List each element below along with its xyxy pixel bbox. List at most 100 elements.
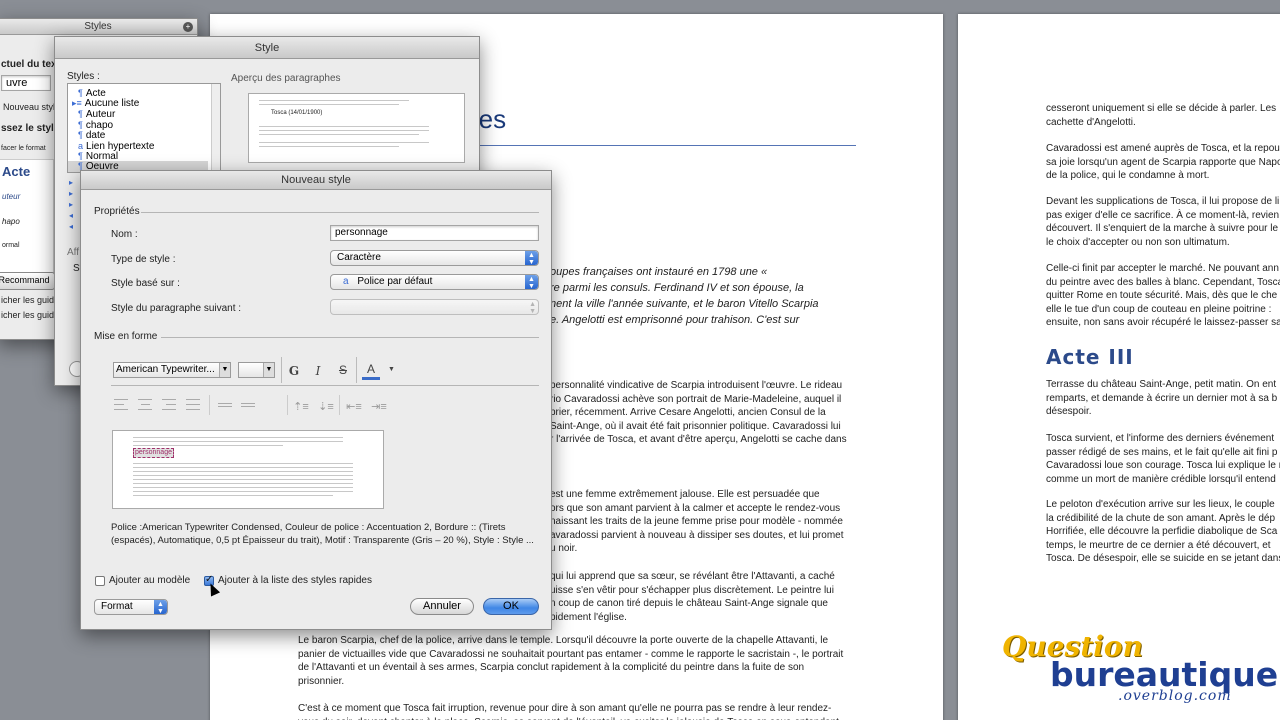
toolbar-divider bbox=[356, 357, 357, 383]
style-sample-acte[interactable]: Acte bbox=[2, 164, 30, 179]
intro-line-2: re parmi les consuls. Ferdinand IV et so… bbox=[550, 282, 804, 294]
style-type-arrows-icon: ▲ ▼ bbox=[525, 251, 538, 265]
style-preview-box: personnage bbox=[112, 430, 384, 509]
show-guides-1[interactable]: icher les guid bbox=[1, 295, 54, 305]
new-style-link[interactable]: Nouveau style bbox=[3, 102, 60, 112]
italic-button[interactable]: I bbox=[309, 363, 327, 379]
right-paragraph-3: Devant les supplications de Tosca, il lu… bbox=[1046, 196, 1280, 248]
cancel-button[interactable]: Annuler bbox=[410, 598, 474, 615]
preview-line bbox=[259, 130, 429, 131]
choose-style-label: ssez le style bbox=[1, 123, 60, 134]
style-dialog-title: Style bbox=[254, 42, 280, 54]
add-to-template-checkbox[interactable] bbox=[95, 576, 105, 586]
paragraph-preview-label: Aperçu des paragraphes bbox=[231, 73, 341, 84]
styles-palette-title: Styles bbox=[84, 21, 112, 32]
preview-line bbox=[133, 479, 353, 480]
new-style-title: Nouveau style bbox=[281, 174, 351, 186]
preview-line bbox=[133, 441, 343, 442]
align-left-icon bbox=[114, 399, 128, 410]
line-spacing-double-icon bbox=[241, 403, 255, 407]
recommend-button[interactable]: Recommand bbox=[0, 272, 55, 290]
style-sample-normal[interactable]: ormal bbox=[2, 242, 20, 249]
preview-line bbox=[133, 483, 353, 484]
styles-list-scrollbar[interactable] bbox=[211, 84, 220, 172]
ok-button[interactable]: OK bbox=[483, 598, 539, 615]
show-guides-2[interactable]: icher les guid bbox=[1, 310, 54, 320]
paragraph-3: qui lui apprend que sa sœur, se révélant… bbox=[550, 571, 835, 623]
line-spacing-single-icon bbox=[218, 403, 232, 407]
font-color-menu-icon[interactable]: ▼ bbox=[388, 366, 395, 373]
preview-heading: Tosca (14/01/1900) bbox=[271, 110, 323, 116]
right-paragraph-6: Tosca survient, et l'informe des dernier… bbox=[1046, 433, 1280, 485]
styles-palette-titlebar: Styles bbox=[0, 19, 197, 35]
style-type-select[interactable]: Caractère ▲ ▼ bbox=[330, 250, 539, 266]
font-size-arrow-icon: ▼ bbox=[263, 363, 274, 377]
paragraph-5: C'est à ce moment que Tosca fait irrupti… bbox=[298, 703, 839, 720]
properties-separator bbox=[141, 212, 539, 213]
preview-line bbox=[259, 134, 419, 135]
justify-icon bbox=[186, 399, 200, 410]
intro-line-1: oupes françaises ont instauré en 1798 un… bbox=[550, 266, 768, 278]
intro-line-3: nent la ville l'année suivante, et le ba… bbox=[550, 298, 819, 310]
increase-indent-icon: ⇥≡ bbox=[371, 401, 387, 413]
style-sample-list: Acte uteur hapo ormal bbox=[0, 159, 54, 274]
style-dialog-aff-label: Aff bbox=[67, 247, 80, 258]
preview-line bbox=[259, 104, 399, 105]
decrease-indent-icon: ⇤≡ bbox=[346, 401, 362, 413]
based-on-select[interactable]: a Police par défaut ▲ ▼ bbox=[330, 274, 539, 290]
preview-line bbox=[259, 100, 409, 101]
based-on-label: Style basé sur : bbox=[111, 278, 180, 289]
format-menu-label: Format bbox=[101, 601, 133, 612]
toolbar-separator bbox=[111, 385, 539, 386]
based-on-value: Police par défaut bbox=[357, 276, 433, 287]
right-paragraph-4: Celle-ci finit par accepter le marché. N… bbox=[1046, 263, 1280, 328]
current-style-field[interactable]: uvre bbox=[1, 75, 51, 91]
styles-list-label: Styles : bbox=[67, 71, 100, 82]
preview-line bbox=[133, 475, 353, 476]
clear-format-item[interactable]: facer le format bbox=[1, 145, 46, 152]
right-paragraph-2: Cavaradossi est amené auprès de Tosca, e… bbox=[1046, 143, 1280, 181]
style-item-auteur[interactable]: ¶ Auteur bbox=[78, 109, 115, 120]
preview-line bbox=[133, 467, 353, 468]
add-quick-styles-label: Ajouter à la liste des styles rapides bbox=[218, 575, 372, 586]
formatting-heading: Mise en forme bbox=[94, 331, 158, 342]
style-type-value: Caractère bbox=[337, 252, 381, 263]
style-item-aucune-liste[interactable]: ▸≡ Aucune liste bbox=[72, 98, 139, 109]
bold-button[interactable]: G bbox=[285, 363, 303, 379]
strikethrough-button[interactable]: S bbox=[334, 362, 352, 378]
font-name-arrow-icon: ▼ bbox=[219, 363, 230, 377]
acte-iii-heading: Acte III bbox=[1046, 345, 1134, 369]
right-paragraph-1: cesseront uniquement si elle se décide à… bbox=[1046, 103, 1277, 128]
preview-line bbox=[133, 471, 353, 472]
preview-line bbox=[133, 495, 333, 496]
font-name-select[interactable]: American Typewriter... ▼ bbox=[113, 362, 231, 378]
style-sample-auteur[interactable]: uteur bbox=[2, 192, 20, 201]
space-before-icon: ⇡≡ bbox=[293, 401, 309, 413]
font-size-select[interactable]: ▼ bbox=[238, 362, 275, 378]
based-on-arrows-icon: ▲ ▼ bbox=[525, 275, 538, 289]
new-style-titlebar: Nouveau style bbox=[81, 171, 551, 190]
properties-heading: Propriétés bbox=[94, 206, 140, 217]
style-dialog-titlebar: Style bbox=[55, 37, 479, 59]
format-menu-button[interactable]: Format ▲ ▼ bbox=[94, 599, 168, 615]
align-right-icon bbox=[162, 399, 176, 410]
style-description: Police :American Typewriter Condensed, C… bbox=[111, 522, 534, 546]
paragraph-4: Le baron Scarpia, chef de la police, arr… bbox=[298, 635, 844, 687]
font-color-button[interactable]: A bbox=[362, 361, 380, 380]
add-to-template-label: Ajouter au modèle bbox=[109, 575, 191, 586]
style-name-input[interactable]: personnage bbox=[330, 225, 539, 241]
palette-close-icon[interactable]: + bbox=[183, 22, 193, 32]
document-page-right: cesseront uniquement si elle se décide à… bbox=[958, 14, 1280, 720]
char-style-icon: a bbox=[343, 276, 349, 287]
new-style-dialog: Nouveau style Propriétés Nom : personnag… bbox=[80, 170, 552, 630]
style-sample-chapo[interactable]: hapo bbox=[2, 217, 20, 226]
toolbar-divider bbox=[339, 395, 340, 415]
styles-list[interactable]: ¶ Acte ▸≡ Aucune liste ¶ Auteur ¶ chapo ¶ dat… bbox=[67, 83, 221, 173]
paragraph-preview-box: Tosca (14/01/1900) bbox=[248, 93, 465, 163]
format-menu-arrows-icon: ▲ ▼ bbox=[154, 600, 167, 614]
style-item-date[interactable]: ¶ date bbox=[78, 130, 105, 141]
paragraph-2: est une femme extrêmement jalouse. Elle … bbox=[550, 489, 844, 554]
space-after-icon: ⇣≡ bbox=[318, 401, 334, 413]
style-dialog-side-icons: ▸ ▸ ▸ ◂ ◂ bbox=[69, 178, 74, 231]
preview-line bbox=[259, 142, 429, 143]
